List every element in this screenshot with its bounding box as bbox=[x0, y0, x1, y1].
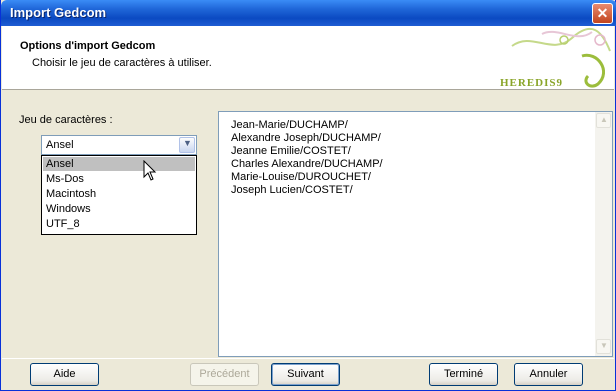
preview-line: Marie-Louise/DUROUCHET/ bbox=[231, 171, 371, 183]
import-gedcom-dialog: Import Gedcom ✕ Options d'import Gedcom … bbox=[0, 0, 616, 391]
header-subtitle: Choisir le jeu de caractères à utiliser. bbox=[32, 57, 212, 69]
chevron-down-icon: ▼ bbox=[600, 341, 608, 350]
charset-option-utf8[interactable]: UTF_8 bbox=[43, 217, 195, 231]
heredis-logo: HEREDIS9 bbox=[500, 77, 564, 89]
charset-option-ansel[interactable]: Ansel bbox=[43, 157, 195, 171]
scroll-up-button[interactable]: ▲ bbox=[596, 113, 611, 128]
preview-line: Jean-Marie/DUCHAMP/ bbox=[231, 119, 348, 131]
window-title: Import Gedcom bbox=[10, 5, 107, 20]
chevron-up-icon: ▲ bbox=[600, 115, 608, 124]
header-title: Options d'import Gedcom bbox=[20, 40, 156, 52]
preview-line: Charles Alexandre/DUCHAMP/ bbox=[231, 158, 383, 170]
charset-select[interactable]: Ansel ▼ bbox=[41, 135, 197, 155]
title-bar[interactable]: Import Gedcom ✕ bbox=[1, 0, 616, 26]
preview-line: Alexandre Joseph/DUCHAMP/ bbox=[231, 132, 381, 144]
charset-option-macintosh[interactable]: Macintosh bbox=[43, 187, 195, 201]
preview-line: Joseph Lucien/COSTET/ bbox=[231, 184, 353, 196]
gedcom-preview-text[interactable]: Jean-Marie/DUCHAMP/ Alexandre Joseph/DUC… bbox=[218, 111, 613, 357]
charset-dropdown-list: Ansel Ms-Dos Macintosh Windows UTF_8 bbox=[41, 155, 197, 235]
charset-label: Jeu de caractères : bbox=[19, 114, 113, 126]
previous-button[interactable]: Précédent bbox=[190, 363, 259, 386]
dropdown-button[interactable]: ▼ bbox=[179, 137, 195, 153]
scroll-down-button[interactable]: ▼ bbox=[596, 339, 611, 354]
cancel-button[interactable]: Annuler bbox=[514, 363, 583, 386]
help-button[interactable]: Aide bbox=[30, 363, 99, 386]
charset-option-windows[interactable]: Windows bbox=[43, 202, 195, 216]
finish-button[interactable]: Terminé bbox=[429, 363, 498, 386]
charset-selected-value: Ansel bbox=[46, 139, 74, 151]
next-button[interactable]: Suivant bbox=[271, 363, 340, 386]
close-button[interactable]: ✕ bbox=[592, 3, 613, 24]
close-icon: ✕ bbox=[596, 5, 609, 21]
vertical-scrollbar[interactable]: ▲ ▼ bbox=[595, 112, 612, 356]
mouse-pointer-icon bbox=[143, 160, 157, 181]
charset-option-ms-dos[interactable]: Ms-Dos bbox=[43, 172, 195, 186]
footer-divider bbox=[2, 358, 614, 359]
chevron-down-icon: ▼ bbox=[183, 138, 192, 148]
preview-line: Jeanne Emilie/COSTET/ bbox=[231, 145, 351, 157]
wizard-header: Options d'import Gedcom Choisir le jeu d… bbox=[2, 26, 614, 90]
